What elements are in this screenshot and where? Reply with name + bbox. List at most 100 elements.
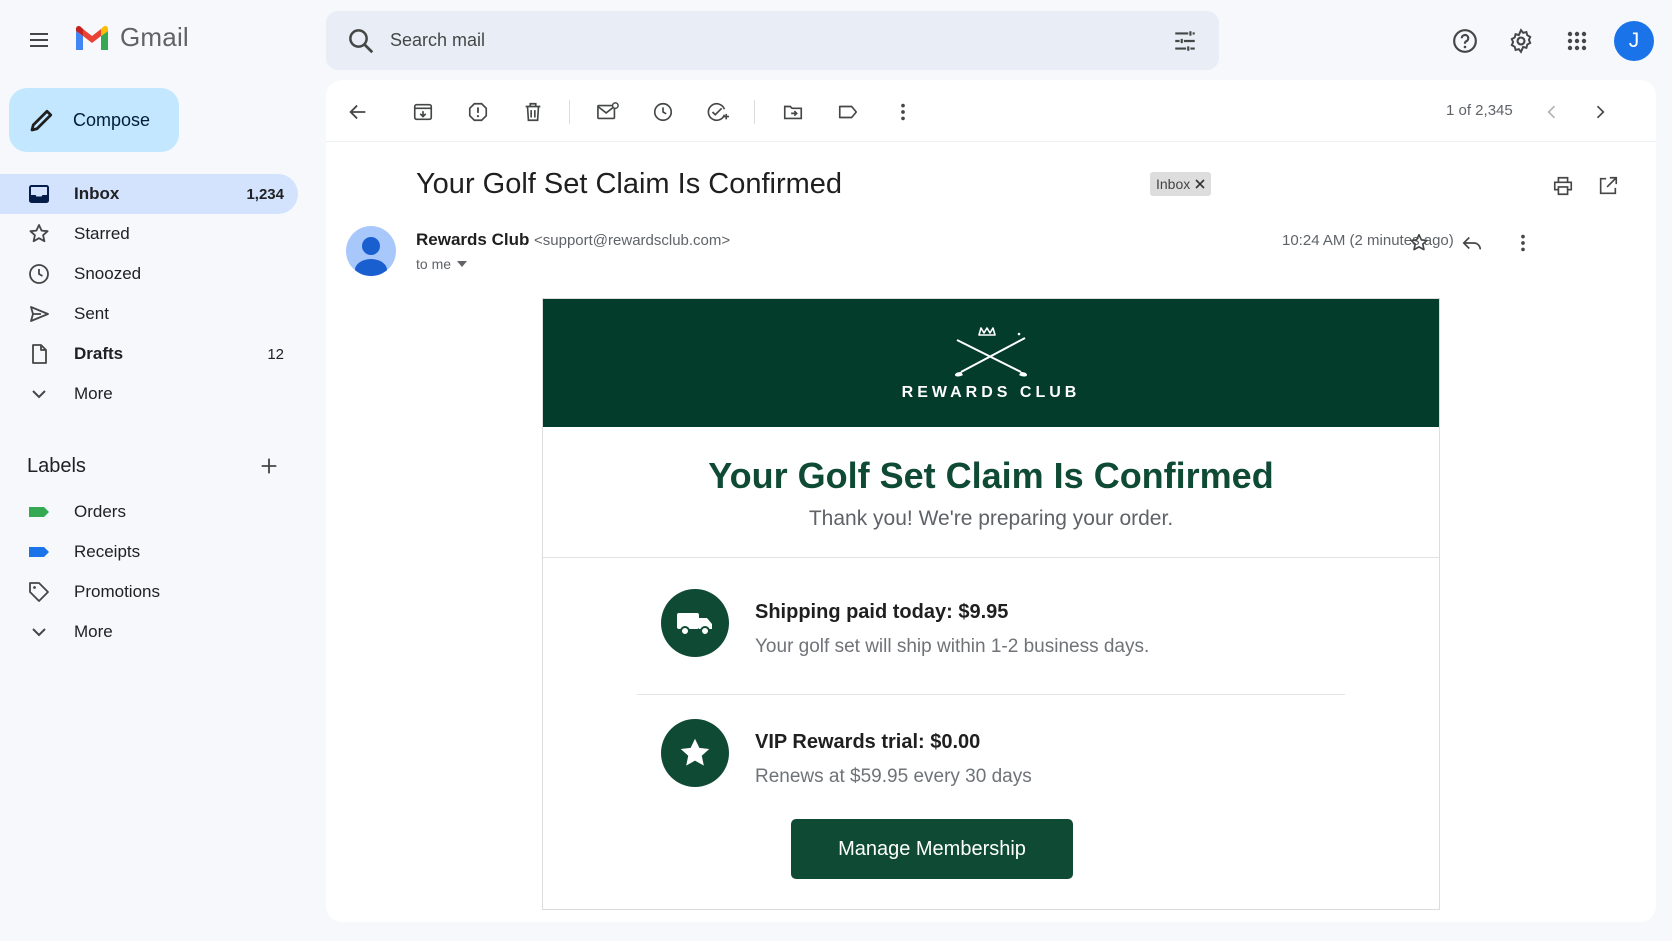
sender-avatar[interactable] [346, 226, 396, 276]
star-icon [1410, 233, 1428, 251]
draft-icon [32, 344, 47, 364]
tag-outline-icon [29, 582, 49, 602]
vip-text: VIP Rewards trial: $0.00 Renews at $59.9… [755, 731, 1032, 788]
more-vert-icon [1521, 234, 1525, 252]
star-icon [29, 224, 49, 243]
report-spam-button[interactable] [458, 92, 498, 132]
recipient-details[interactable]: to me [416, 256, 468, 272]
spam-icon [468, 102, 488, 122]
label-icon [838, 105, 858, 119]
vip-info-row: VIP Rewards trial: $0.00 Renews at $59.9… [661, 719, 1032, 788]
brand-name: REWARDS CLUB [901, 384, 1081, 401]
label-item-orders[interactable]: Orders [0, 492, 298, 532]
move-to-button[interactable] [773, 92, 813, 132]
sidebar-item-sent[interactable]: Sent [0, 294, 298, 334]
send-icon [30, 306, 49, 322]
sidebar-item-more[interactable]: More [0, 374, 298, 414]
tune-icon [1175, 30, 1195, 51]
back-button[interactable] [338, 92, 378, 132]
create-label-button[interactable] [251, 448, 287, 484]
archive-button[interactable] [403, 92, 443, 132]
sidebar-item-starred[interactable]: Starred [0, 214, 298, 254]
toolbar-divider [569, 100, 570, 124]
delete-button[interactable] [513, 92, 553, 132]
snooze-button[interactable] [643, 92, 683, 132]
truck-icon [677, 613, 712, 636]
manage-membership-button[interactable]: Manage Membership [791, 819, 1073, 879]
vip-icon-badge [661, 719, 729, 787]
vip-description: Renews at $59.95 every 30 days [755, 766, 1032, 787]
labels-button[interactable] [828, 92, 868, 132]
support-button[interactable] [1442, 18, 1488, 64]
apps-grid-icon [1567, 31, 1587, 51]
search-icon[interactable] [346, 26, 376, 56]
sidebar-item-snoozed[interactable]: Snoozed [0, 254, 298, 294]
draft-count: 12 [267, 345, 284, 363]
headline-title: Your Golf Set Claim Is Confirmed [708, 455, 1274, 496]
sidebar-item-label: Inbox [74, 184, 120, 203]
chevron-left-icon [1547, 105, 1556, 119]
crossed-golf-clubs-icon [955, 327, 1027, 377]
labels-header: Labels [27, 448, 287, 484]
label-name: Promotions [74, 582, 160, 601]
message-more-button[interactable] [1503, 223, 1543, 263]
confirmation-headline: Your Golf Set Claim Is Confirmed Thank y… [543, 427, 1439, 558]
open-in-new-window-button[interactable] [1588, 166, 1628, 206]
sender-name[interactable]: Rewards Club [416, 230, 529, 250]
inbox-label-chip[interactable]: Inbox [1150, 172, 1212, 196]
clock-icon [653, 102, 673, 122]
gear-icon [1510, 28, 1532, 54]
reply-button[interactable] [1452, 223, 1492, 263]
top-bar: Gmail J [0, 0, 1672, 80]
archive-icon [413, 103, 433, 121]
mark-unread-button[interactable] [588, 92, 628, 132]
chevron-down-icon [32, 628, 46, 637]
label-item-more[interactable]: More [0, 612, 298, 652]
unread-count: 1,234 [246, 185, 284, 203]
label-tag-icon [29, 507, 49, 517]
gmail-m-icon [76, 25, 108, 50]
apps-button[interactable] [1554, 18, 1600, 64]
star-message-button[interactable] [1399, 223, 1439, 263]
message-toolbar: 1 of 2,345 [326, 80, 1656, 142]
print-icon [1553, 176, 1573, 196]
plus-icon [261, 458, 277, 474]
newer-button[interactable] [1532, 92, 1572, 132]
sidebar-item-drafts[interactable]: Drafts 12 [0, 334, 298, 374]
trash-icon [525, 102, 541, 122]
compose-button[interactable]: Compose [9, 88, 179, 152]
close-icon[interactable] [1195, 179, 1205, 189]
labels-title: Labels [27, 454, 86, 477]
clock-icon [29, 264, 49, 284]
label-item-receipts[interactable]: Receipts [0, 532, 298, 572]
headline-subtitle: Thank you! We're preparing your order. [808, 507, 1174, 530]
older-button[interactable] [1580, 92, 1620, 132]
sidebar-item-label: Snoozed [74, 264, 142, 283]
label-item-promotions[interactable]: Promotions [0, 572, 298, 612]
gmail-logo[interactable]: Gmail [74, 22, 189, 53]
shipping-icon-badge [661, 589, 729, 657]
sidebar-item-inbox[interactable]: Inbox 1,234 [0, 174, 298, 214]
more-options-button[interactable] [883, 92, 923, 132]
account-actions: J [1442, 18, 1654, 64]
caret-down-icon [457, 261, 468, 267]
reply-icon [1462, 236, 1482, 250]
email-subject: Your Golf Set Claim Is Confirmed [416, 168, 843, 200]
search-bar[interactable] [326, 11, 1219, 70]
add-task-icon [707, 102, 729, 122]
shipping-description: Your golf set will ship within 1-2 busin… [755, 636, 1150, 657]
account-avatar[interactable]: J [1614, 21, 1654, 61]
email-body: REWARDS CLUB Your Golf Set Claim Is Conf… [542, 298, 1440, 910]
vip-title: VIP Rewards trial: $0.00 [755, 731, 981, 753]
main-menu-button[interactable] [17, 18, 61, 62]
compose-label: Compose [73, 109, 151, 130]
add-to-tasks-button[interactable] [698, 92, 738, 132]
star-icon [680, 738, 710, 766]
settings-button[interactable] [1498, 18, 1544, 64]
search-input[interactable] [390, 30, 1163, 51]
print-button[interactable] [1543, 166, 1583, 206]
search-options-button[interactable] [1163, 19, 1207, 63]
sidebar-item-label: Starred [74, 224, 130, 243]
person-icon [355, 237, 387, 276]
label-name: More [74, 622, 113, 641]
